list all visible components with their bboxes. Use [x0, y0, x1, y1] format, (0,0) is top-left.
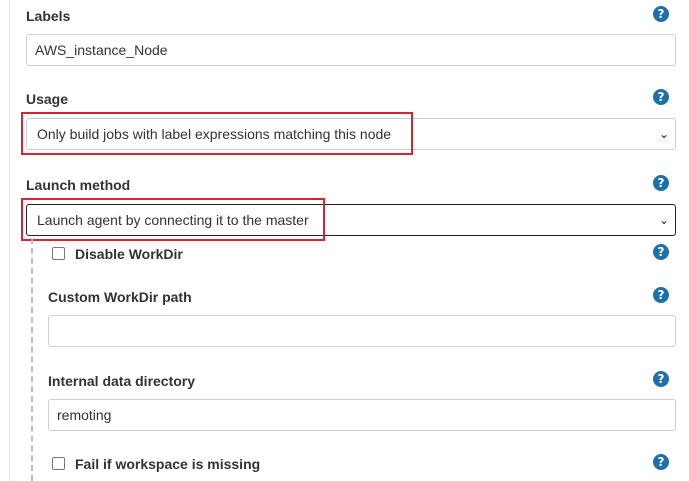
labels-heading: Labels [26, 8, 71, 24]
custom-workdir-input[interactable] [48, 315, 676, 347]
help-icon[interactable]: ? [653, 89, 669, 105]
launch-method-select-value: Launch agent by connecting it to the mas… [37, 212, 309, 228]
fail-workspace-checkbox[interactable] [52, 457, 65, 470]
help-icon[interactable]: ? [653, 6, 669, 22]
help-icon[interactable]: ? [653, 454, 669, 470]
usage-select[interactable]: Only build jobs with label expressions m… [26, 118, 676, 150]
usage-heading: Usage [26, 91, 69, 107]
fail-workspace-label: Fail if workspace is missing [75, 456, 261, 472]
left-panel-edge [0, 0, 10, 481]
internal-data-input[interactable]: remoting [48, 399, 676, 431]
disable-workdir-checkbox[interactable] [52, 247, 65, 260]
custom-workdir-heading: Custom WorkDir path [48, 289, 192, 305]
launch-method-heading: Launch method [26, 177, 131, 193]
labels-input[interactable]: AWS_instance_Node [26, 34, 676, 66]
nested-section-guide [31, 238, 33, 481]
help-icon[interactable]: ? [653, 371, 669, 387]
disable-workdir-label: Disable WorkDir [75, 246, 183, 262]
chevron-down-icon: ⌄ [658, 127, 669, 141]
help-icon[interactable]: ? [653, 175, 669, 191]
internal-data-heading: Internal data directory [48, 373, 196, 389]
launch-method-select[interactable]: Launch agent by connecting it to the mas… [26, 204, 676, 236]
chevron-down-icon: ⌄ [658, 213, 669, 227]
help-icon[interactable]: ? [653, 287, 669, 303]
help-icon[interactable]: ? [653, 244, 669, 260]
usage-select-value: Only build jobs with label expressions m… [37, 126, 392, 142]
